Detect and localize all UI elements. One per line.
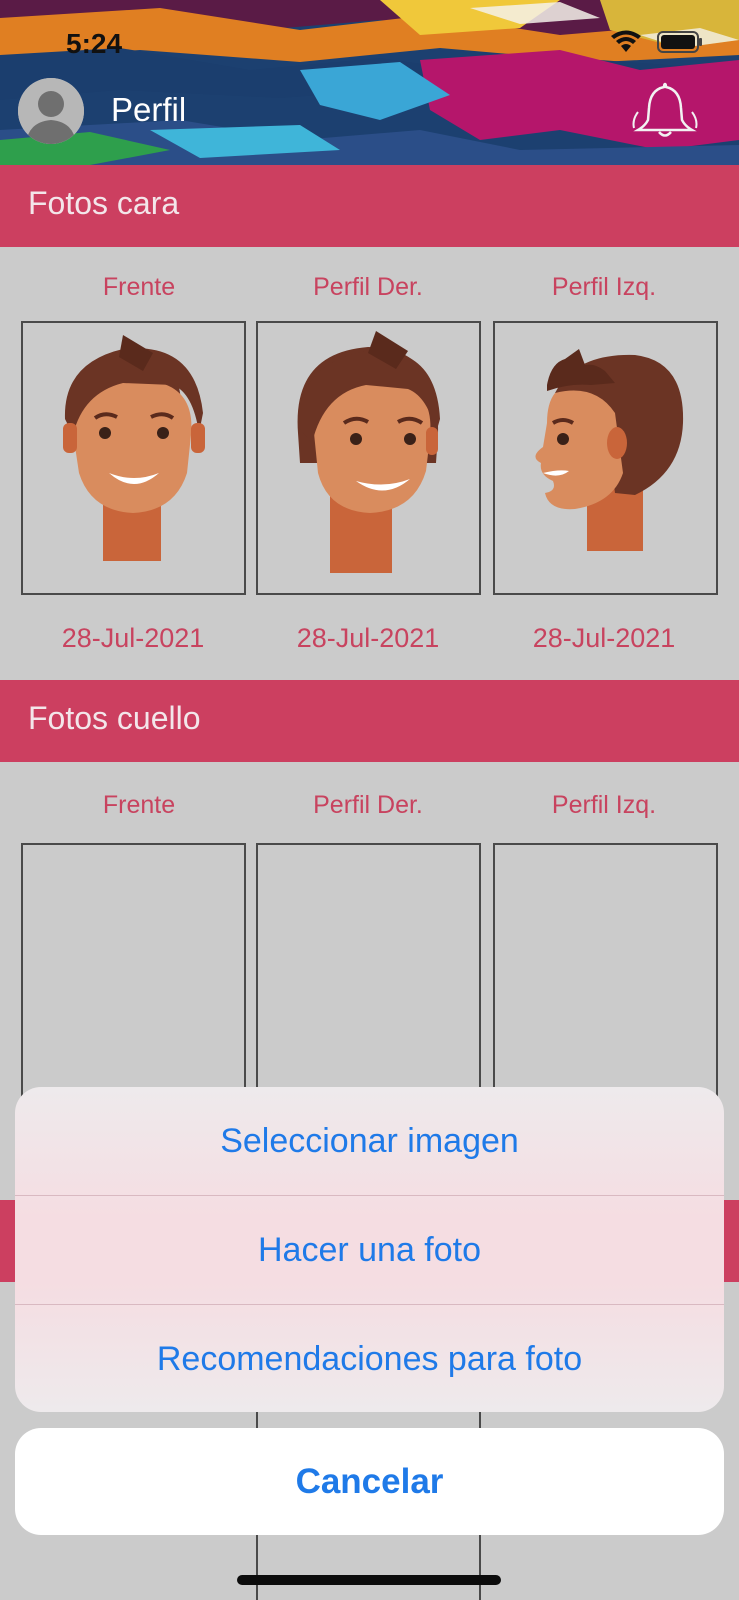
date-face-front: 28-Jul-2021 (61, 623, 205, 653)
section-header-face: Fotos cara (0, 165, 739, 247)
header-background (0, 0, 739, 165)
photo-neck-front[interactable] (21, 843, 246, 1103)
battery-icon (657, 31, 702, 53)
status-time: 5:24 (66, 28, 123, 59)
avatar[interactable] (18, 78, 84, 144)
header: 5:24 Perfil (0, 0, 739, 165)
bell-icon[interactable] (630, 80, 700, 140)
photo-recommendations-option[interactable]: Recomendaciones para foto (15, 1305, 724, 1412)
label-left-profile: Perfil Izq. (551, 273, 657, 301)
label-neck-right-profile: Perfil Der. (313, 791, 423, 819)
face-front-image (63, 335, 205, 561)
action-sheet: Seleccionar imagen Hacer una foto Recome… (15, 1087, 724, 1412)
section-title-neck: Fotos cuello (28, 700, 201, 736)
label-front: Frente (102, 273, 176, 301)
status-icons (609, 30, 703, 54)
avatar-icon (18, 78, 84, 144)
section-header-neck: Fotos cuello (0, 680, 739, 762)
home-indicator[interactable] (237, 1575, 501, 1585)
face-right-image (297, 331, 440, 573)
face-left-image (535, 349, 684, 551)
date-face-left: 28-Jul-2021 (532, 623, 676, 653)
photo-face-front[interactable] (21, 321, 246, 595)
photo-face-left[interactable] (493, 321, 718, 595)
label-right-profile: Perfil Der. (313, 273, 423, 301)
take-photo-option[interactable]: Hacer una foto (15, 1196, 724, 1304)
cancel-button[interactable]: Cancelar (15, 1428, 724, 1535)
date-face-right: 28-Jul-2021 (296, 623, 440, 653)
section-title-face: Fotos cara (28, 185, 180, 221)
photo-face-right[interactable] (256, 321, 481, 595)
label-neck-front: Frente (102, 791, 176, 819)
wifi-icon (611, 30, 641, 52)
photo-neck-left[interactable] (493, 843, 718, 1103)
photo-neck-right[interactable] (256, 843, 481, 1103)
label-neck-left-profile: Perfil Izq. (551, 791, 657, 819)
page-title: Perfil (111, 91, 187, 128)
select-image-option[interactable]: Seleccionar imagen (15, 1087, 724, 1195)
